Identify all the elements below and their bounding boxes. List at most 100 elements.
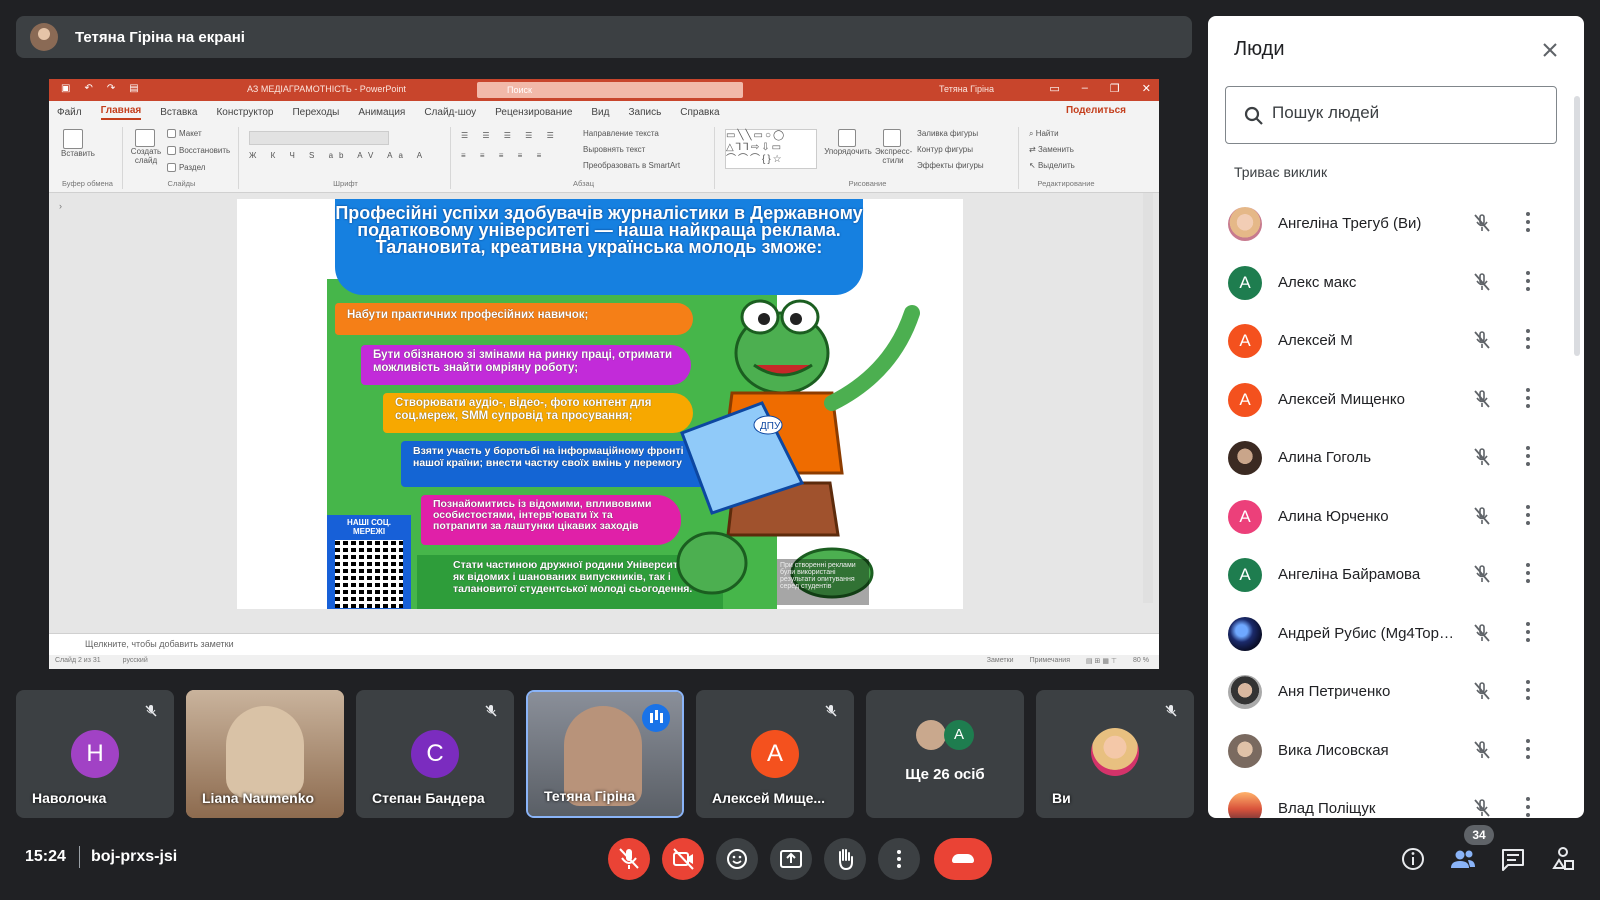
ppt-document-title: АЗ МЕДІАГРАМОТНІСТЬ - PowerPoint: [247, 84, 406, 94]
more-participants-label: Ще 26 осіб: [905, 766, 985, 783]
view-icons: ▤ ⊞ ▦ ⊤: [1086, 658, 1118, 665]
people-list: Ангеліна Трегуб (Ви) А Алекс макс А Алексей …: [1208, 194, 1584, 818]
self-tile[interactable]: Ви: [1036, 690, 1194, 818]
align-text-label: Выровнять текст: [583, 145, 646, 154]
camera-toggle-button[interactable]: [662, 838, 704, 880]
ppt-notes-pane: Щелкните, чтобы добавить заметки: [49, 633, 1159, 655]
participant-row[interactable]: Алина Гоголь: [1208, 428, 1584, 487]
quick-access-toolbar: ▣ ↶ ↷ ▤: [61, 83, 139, 94]
slide-qr-block: НАШІ СОЦ. МЕРЕЖІ: [327, 515, 411, 609]
list-icons: ☰ ☰ ☰ ☰ ☰: [461, 131, 560, 140]
status-language: русский: [122, 657, 148, 664]
participant-tile[interactable]: Н Наволочка: [16, 690, 174, 818]
align-icons: ≡ ≡ ≡ ≡ ≡: [461, 151, 548, 160]
mic-off-icon[interactable]: [1472, 447, 1492, 467]
reactions-button[interactable]: [716, 838, 758, 880]
slide-workarea: › Професійні успіхи здобувачів журналіст…: [49, 193, 1159, 633]
mic-toggle-button[interactable]: [608, 838, 650, 880]
mic-off-icon[interactable]: [1472, 272, 1492, 292]
font-format-icons: Ж К Ч S ab AV Aa A: [249, 151, 429, 160]
select-button: ↖ Выделить: [1029, 161, 1075, 170]
more-options-button[interactable]: [878, 838, 920, 880]
more-options-icon[interactable]: [1526, 504, 1530, 527]
more-vert-icon: [897, 850, 901, 868]
more-options-icon[interactable]: [1526, 212, 1530, 234]
more-options-icon[interactable]: [1526, 270, 1530, 293]
participant-tile[interactable]: А Алексей Мище...: [696, 690, 854, 818]
paste-icon: [62, 129, 83, 149]
mic-off-icon[interactable]: [1472, 506, 1492, 526]
ppt-tab: Справка: [680, 106, 720, 118]
avatar: [916, 720, 946, 750]
chat-icon[interactable]: [1496, 842, 1530, 876]
participant-name: Наволочка: [32, 790, 107, 806]
avatar: А: [1228, 324, 1262, 358]
participant-tile[interactable]: С Степан Бандера: [356, 690, 514, 818]
participant-row[interactable]: А Алексей Мищенко: [1208, 370, 1584, 429]
mic-off-icon[interactable]: [1472, 564, 1492, 584]
avatar: С: [411, 730, 459, 778]
ribbon-group-paragraph: ☰ ☰ ☰ ☰ ☰ ≡ ≡ ≡ ≡ ≡ Направление текста В…: [453, 127, 715, 189]
participant-name: Тетяна Гіріна: [544, 788, 636, 804]
present-now-button[interactable]: [770, 838, 812, 880]
ppt-tab: Запись: [628, 106, 662, 118]
participant-name: Liana Naumenko: [202, 790, 315, 806]
frog-mascot-illustration: ДПУ: [676, 299, 920, 599]
mic-off-icon: [145, 705, 157, 717]
avatar: А: [751, 730, 799, 778]
status-slide-count: Слайд 2 из 31: [55, 657, 101, 664]
meeting-code: boj-prxs-jsi: [91, 848, 178, 865]
participant-row[interactable]: А Алекс макс: [1208, 253, 1584, 312]
mic-off-icon[interactable]: [1472, 740, 1492, 760]
present-icon: ▤: [129, 83, 139, 94]
participant-tile-video[interactable]: Liana Naumenko: [186, 690, 344, 818]
more-options-icon[interactable]: [1526, 563, 1530, 585]
ppt-tab: Анимация: [358, 106, 406, 118]
more-options-icon[interactable]: [1526, 797, 1530, 818]
search-input[interactable]: [1272, 103, 1542, 123]
mic-off-icon[interactable]: [1472, 623, 1492, 643]
participant-row[interactable]: Влад Поліщук: [1208, 779, 1584, 818]
participant-row[interactable]: А Алина Юрченко: [1208, 487, 1584, 546]
more-participants-tile[interactable]: А Ще 26 осіб: [866, 690, 1024, 818]
avatar: А: [1228, 382, 1262, 417]
activities-icon[interactable]: [1546, 842, 1580, 876]
more-options-icon[interactable]: [1526, 329, 1530, 351]
mic-off-icon[interactable]: [1472, 330, 1492, 350]
mic-off-icon[interactable]: [1472, 798, 1492, 818]
video-person: [226, 706, 304, 798]
participant-tile-speaking[interactable]: Тетяна Гіріна: [526, 690, 684, 818]
people-search[interactable]: [1225, 86, 1557, 144]
slide-caption: При створенні реклами були використані р…: [777, 559, 869, 605]
more-options-icon[interactable]: [1526, 621, 1530, 644]
meeting-info-icon[interactable]: [1396, 842, 1430, 876]
participant-name: Алексей Мищенко: [1278, 390, 1405, 408]
qr-code-image: [335, 540, 403, 608]
mic-off-icon[interactable]: [1472, 213, 1492, 233]
mic-off-icon[interactable]: [1472, 681, 1492, 701]
ribbon-group-label: Редактирование: [1037, 179, 1095, 188]
slide-item: Набути практичних професійних навичок;: [335, 303, 693, 335]
more-options-icon[interactable]: [1526, 387, 1530, 410]
more-options-icon[interactable]: [1526, 446, 1530, 468]
participant-row[interactable]: Вика Лисовская: [1208, 721, 1584, 780]
close-icon[interactable]: [1542, 42, 1558, 58]
mic-off-icon[interactable]: [1472, 389, 1492, 409]
people-icon[interactable]: [1446, 842, 1480, 876]
participant-row[interactable]: Ангеліна Трегуб (Ви): [1208, 194, 1584, 253]
participant-row[interactable]: Андрей Рубис (Mg4Top4...: [1208, 604, 1584, 663]
ppt-ribbon-tabs: Файл Главная Вставка Конструктор Переход…: [49, 101, 1159, 123]
participant-row[interactable]: А Алексей М: [1208, 311, 1584, 370]
hand-icon: [839, 849, 853, 871]
shape-fill-label: Заливка фигуры: [917, 129, 979, 138]
more-options-icon[interactable]: [1526, 738, 1530, 761]
ribbon-group-editing: ⌕ Найти ⇄ Заменить ↖ Выделить Редактиров…: [1021, 127, 1111, 189]
participant-row[interactable]: А Ангеліна Байрамова: [1208, 545, 1584, 604]
ppt-tab: Конструктор: [216, 106, 274, 118]
avatar: [1228, 616, 1262, 651]
more-options-icon[interactable]: [1526, 680, 1530, 702]
laptop-label: ДПУ: [760, 421, 781, 432]
participant-row[interactable]: Аня Петриченко: [1208, 662, 1584, 721]
raise-hand-button[interactable]: [824, 838, 866, 880]
leave-call-button[interactable]: [934, 838, 992, 880]
